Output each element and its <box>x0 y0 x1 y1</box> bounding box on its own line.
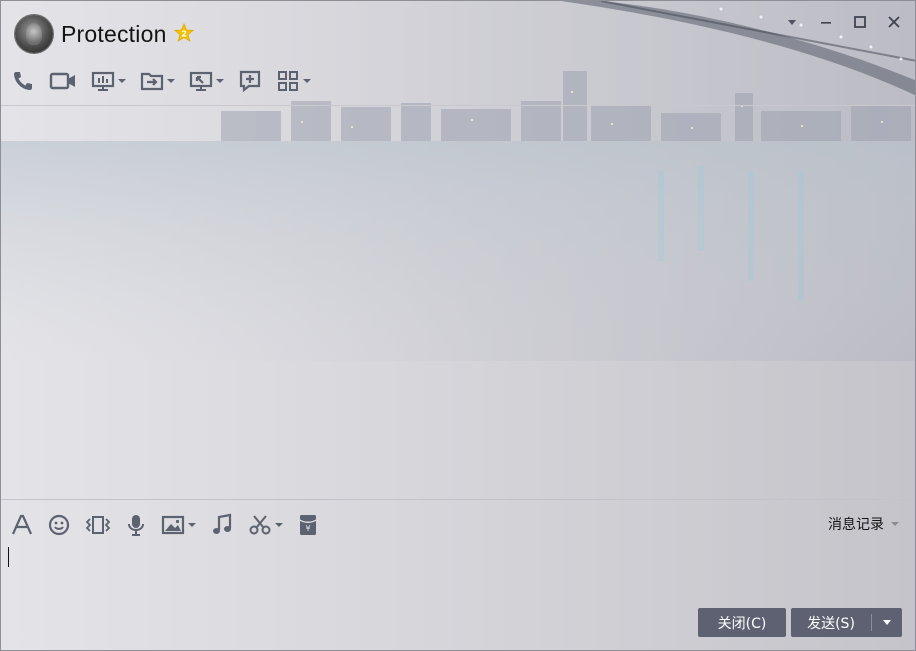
chat-toolbar <box>11 67 325 95</box>
shake-window-icon <box>85 516 111 534</box>
voice-call-button[interactable] <box>11 69 35 93</box>
font-button[interactable] <box>11 513 33 537</box>
video-camera-icon <box>49 72 75 90</box>
chat-window: Protection 2 ¥ 消息记录 关闭(C) 发送(S) <box>0 0 916 651</box>
phone-icon <box>14 72 32 90</box>
minimize-icon <box>821 22 831 24</box>
svg-text:¥: ¥ <box>305 524 310 533</box>
presentation-button[interactable] <box>91 69 126 93</box>
red-packet-button[interactable]: ¥ <box>297 513 319 537</box>
remote-desktop-button[interactable] <box>189 69 224 93</box>
send-image-button[interactable] <box>161 513 196 537</box>
contact-name[interactable]: Protection <box>61 21 167 48</box>
close-icon <box>888 16 900 28</box>
maximize-button[interactable] <box>847 11 873 33</box>
red-packet-icon: ¥ <box>299 515 317 535</box>
apps-grid-icon <box>278 71 298 91</box>
presentation-icon <box>91 71 115 91</box>
video-call-button[interactable] <box>49 69 77 93</box>
dropdown-caret-icon <box>118 79 126 83</box>
add-chat-icon <box>239 70 261 93</box>
screenshot-button[interactable] <box>248 513 283 537</box>
send-button[interactable]: 发送(S) <box>791 608 902 637</box>
vip-star-icon[interactable]: 2 <box>174 23 194 43</box>
chevron-down-icon <box>883 620 891 625</box>
send-file-button[interactable] <box>140 69 175 93</box>
smiley-icon <box>48 514 70 536</box>
window-menu-button[interactable] <box>779 11 805 33</box>
dropdown-caret-icon <box>275 523 283 527</box>
maximize-icon <box>854 16 866 28</box>
close-button[interactable]: 关闭(C) <box>698 608 786 637</box>
minimize-button[interactable] <box>813 11 839 33</box>
svg-text:2: 2 <box>181 30 187 39</box>
music-note-icon <box>213 513 232 534</box>
title-bar: Protection 2 <box>1 1 915 65</box>
microphone-icon <box>128 515 144 536</box>
message-input[interactable] <box>1 541 915 601</box>
image-icon <box>161 515 185 535</box>
text-cursor <box>8 547 9 567</box>
scissors-icon <box>249 515 271 535</box>
font-icon <box>11 514 33 535</box>
input-divider[interactable] <box>1 499 915 500</box>
dropdown-caret-icon <box>303 79 311 83</box>
remote-desktop-icon <box>189 71 213 91</box>
close-window-button[interactable] <box>881 11 907 33</box>
dropdown-caret-icon <box>891 522 899 526</box>
shake-window-button[interactable] <box>85 513 111 537</box>
send-options-dropdown[interactable] <box>872 620 902 625</box>
input-toolbar: ¥ <box>11 511 333 539</box>
chevron-down-icon <box>788 20 796 25</box>
file-transfer-icon <box>140 72 164 91</box>
contact-avatar[interactable] <box>15 15 53 53</box>
music-button[interactable] <box>210 513 234 537</box>
voice-message-button[interactable] <box>125 513 147 537</box>
dropdown-caret-icon <box>167 79 175 83</box>
close-button-label: 关闭(C) <box>717 615 767 632</box>
send-button-label: 发送(S) <box>807 615 855 632</box>
message-history-area[interactable] <box>1 106 915 499</box>
emoji-button[interactable] <box>47 513 71 537</box>
dropdown-caret-icon <box>188 523 196 527</box>
apps-button[interactable] <box>276 69 311 93</box>
dropdown-caret-icon <box>216 79 224 83</box>
window-controls <box>779 11 907 33</box>
message-history-link[interactable]: 消息记录 <box>828 514 899 534</box>
create-discussion-button[interactable] <box>238 69 262 93</box>
message-history-label: 消息记录 <box>828 517 884 533</box>
